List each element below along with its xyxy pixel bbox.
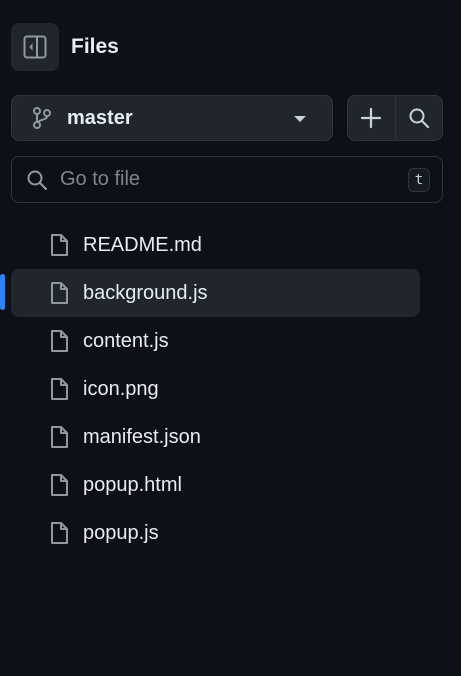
file-icon (49, 233, 69, 257)
branch-name: master (67, 106, 133, 129)
branch-selector-button[interactable]: master (11, 95, 333, 141)
search-files-button[interactable] (395, 96, 442, 140)
file-tree-panel: Files master Go to file t README.md back… (0, 0, 461, 676)
file-item-selected[interactable]: background.js (11, 269, 420, 317)
file-list: README.md background.js content.js icon.… (11, 221, 420, 557)
file-icon (49, 281, 69, 305)
sidebar-collapse-icon (23, 35, 47, 59)
file-name: background.js (83, 281, 208, 304)
add-file-button[interactable] (348, 96, 395, 140)
file-icon (49, 377, 69, 401)
keyboard-shortcut-hint: t (408, 167, 430, 192)
file-item[interactable]: content.js (11, 317, 420, 365)
file-name: manifest.json (83, 425, 201, 448)
panel-header: Files (11, 23, 119, 71)
plus-icon (361, 107, 382, 129)
file-name: icon.png (83, 377, 159, 400)
search-icon (409, 108, 429, 129)
file-name: content.js (83, 329, 169, 352)
file-icon (49, 473, 69, 497)
search-icon (26, 169, 48, 191)
file-name: README.md (83, 233, 202, 256)
file-item[interactable]: icon.png (11, 365, 420, 413)
file-name: popup.js (83, 521, 159, 544)
page-title: Files (71, 35, 119, 58)
file-item[interactable]: popup.js (11, 509, 420, 557)
file-icon (49, 521, 69, 545)
file-item[interactable]: README.md (11, 221, 420, 269)
file-name: popup.html (83, 473, 182, 496)
go-to-file-field[interactable]: t (11, 156, 443, 203)
file-item[interactable]: popup.html (11, 461, 420, 509)
active-item-indicator (0, 274, 5, 310)
chevron-down-icon (294, 116, 306, 122)
file-item[interactable]: manifest.json (11, 413, 420, 461)
git-branch-icon (32, 106, 52, 130)
file-actions-group (347, 95, 443, 141)
file-icon (49, 329, 69, 353)
file-icon (49, 425, 69, 449)
sidebar-toggle-button[interactable] (11, 23, 59, 71)
go-to-file-input[interactable] (60, 168, 408, 191)
